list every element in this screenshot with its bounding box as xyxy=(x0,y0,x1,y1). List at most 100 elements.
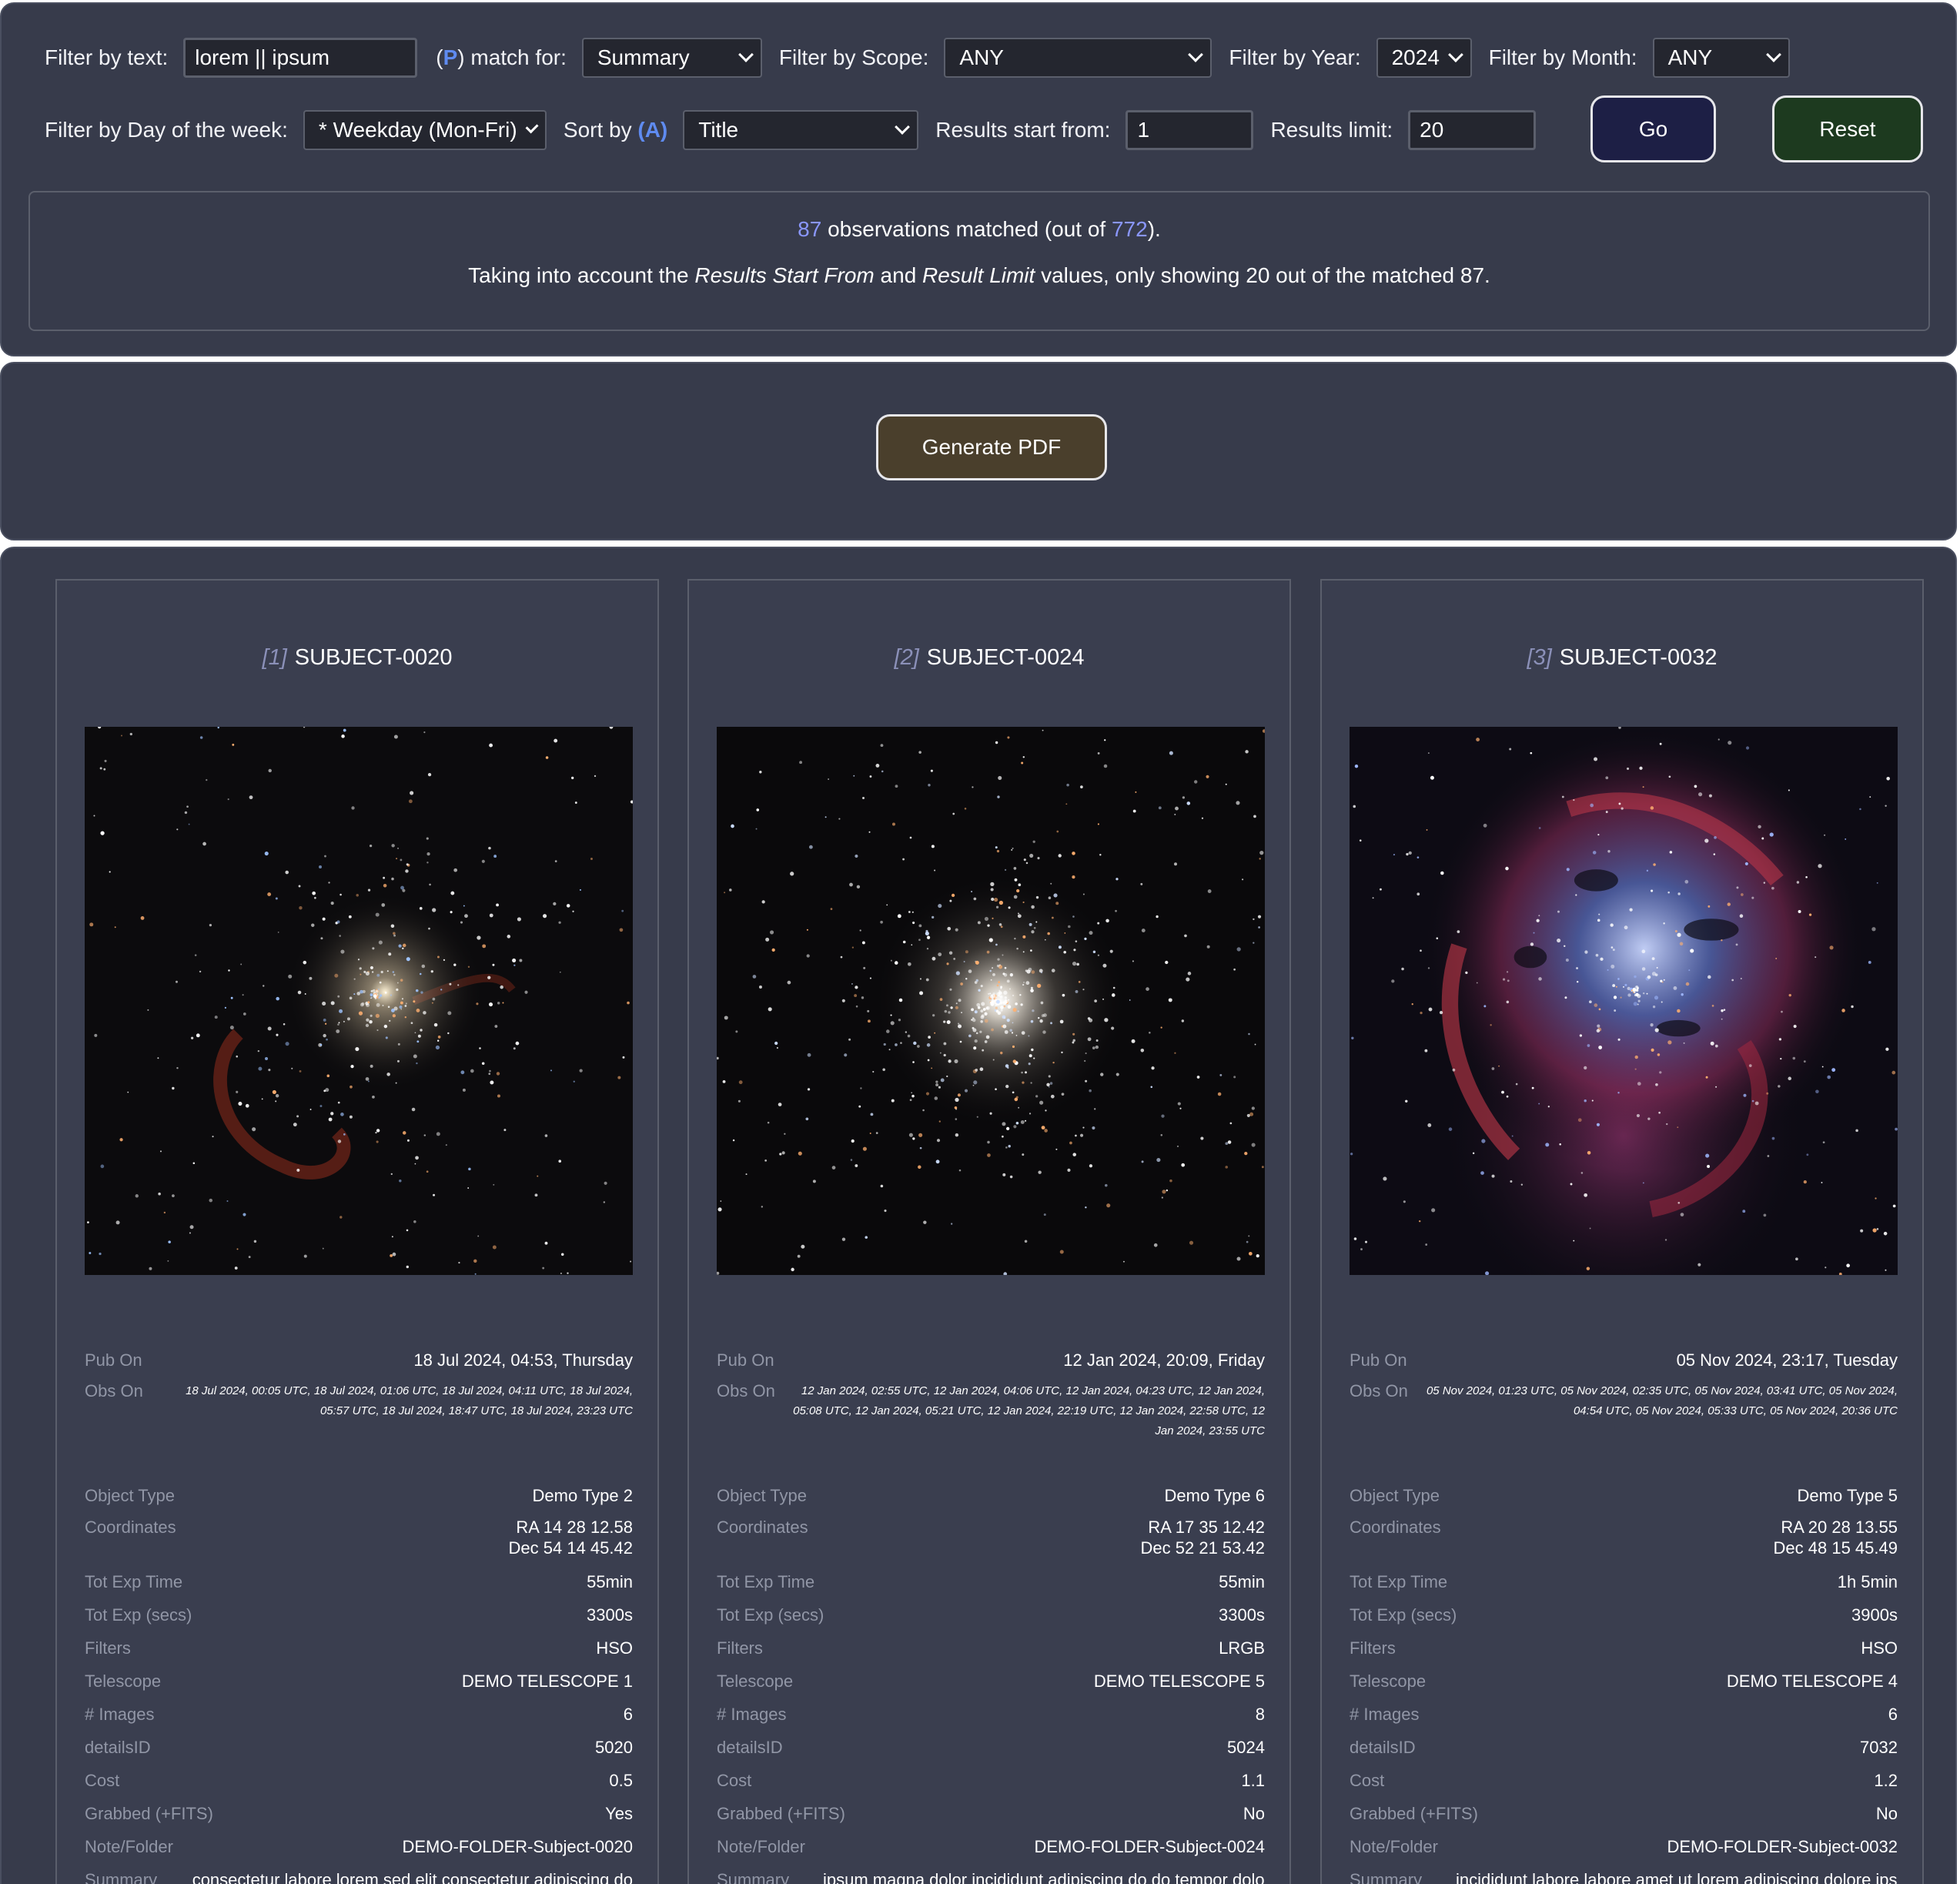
star-dot xyxy=(343,1020,345,1022)
star-dot xyxy=(303,1254,307,1258)
star-dot xyxy=(356,894,359,897)
star-dot xyxy=(436,1039,440,1042)
star-dot xyxy=(1763,882,1766,884)
results-limit-input[interactable]: 20 xyxy=(1408,110,1537,150)
star-dot xyxy=(199,970,202,973)
star-dot xyxy=(1011,1032,1014,1034)
star-dot xyxy=(1165,960,1169,965)
star-dot xyxy=(426,852,430,856)
star-dot xyxy=(872,1070,875,1073)
star-dot xyxy=(453,963,457,966)
star-dot xyxy=(1007,736,1010,739)
star-dot xyxy=(1082,893,1085,895)
scope-select[interactable]: ANY xyxy=(944,38,1212,78)
star-dot xyxy=(440,989,443,991)
card-title[interactable]: [2] SUBJECT-0024 xyxy=(689,645,1289,671)
star-dot xyxy=(952,812,955,815)
star-dot xyxy=(1186,977,1190,982)
star-dot xyxy=(1885,1269,1887,1271)
sort-select[interactable]: Title xyxy=(683,110,919,150)
star-dot xyxy=(897,914,901,919)
star-dot xyxy=(1501,1090,1504,1094)
star-dot xyxy=(375,912,380,917)
star-dot xyxy=(1428,1007,1433,1012)
star-dot xyxy=(992,992,995,995)
star-dot xyxy=(1635,989,1639,992)
star-dot xyxy=(1788,993,1791,997)
generate-pdf-button[interactable]: Generate PDF xyxy=(876,414,1107,480)
star-dot xyxy=(1072,961,1077,966)
star-dot xyxy=(943,1042,947,1046)
star-dot xyxy=(1677,1009,1681,1013)
star-dot xyxy=(932,1014,935,1017)
dow-select[interactable]: * Weekday (Mon-Fri) xyxy=(303,110,547,150)
star-dot xyxy=(1440,871,1444,875)
star-dot xyxy=(909,1099,912,1102)
observation-image[interactable] xyxy=(1350,727,1898,1275)
star-dot xyxy=(851,1139,855,1143)
star-dot xyxy=(400,858,403,862)
star-dot xyxy=(950,1006,953,1009)
star-dot xyxy=(1403,1200,1406,1203)
star-dot xyxy=(1141,929,1146,932)
star-dot xyxy=(1618,802,1621,805)
star-dot xyxy=(411,1107,416,1112)
star-dot xyxy=(949,988,952,991)
star-dot xyxy=(1092,1046,1095,1050)
star-dot xyxy=(1258,926,1260,929)
star-dot xyxy=(1666,1123,1668,1126)
observation-image[interactable] xyxy=(85,727,633,1275)
go-button[interactable]: Go xyxy=(1590,95,1716,162)
star-dot xyxy=(202,842,206,846)
star-dot xyxy=(449,982,452,986)
star-dot xyxy=(1261,1166,1264,1169)
star-dot xyxy=(868,1019,871,1023)
star-dot xyxy=(1051,916,1054,919)
star-dot xyxy=(1003,1005,1006,1008)
star-dot xyxy=(267,892,272,897)
star-dot xyxy=(968,969,972,973)
star-dot xyxy=(351,806,355,810)
star-dot xyxy=(1044,939,1046,941)
star-dot xyxy=(927,1059,930,1062)
filter-text-input[interactable]: lorem || ipsum xyxy=(183,38,418,78)
star-dot xyxy=(881,770,884,773)
star-dot xyxy=(1592,851,1597,855)
card-title[interactable]: [1] SUBJECT-0020 xyxy=(57,645,657,671)
results-start-input[interactable]: 1 xyxy=(1125,110,1254,150)
star-dot xyxy=(543,914,547,919)
star-dot xyxy=(882,1068,885,1072)
match-for-select[interactable]: Summary xyxy=(581,38,762,78)
star-dot xyxy=(389,1019,391,1022)
star-dot xyxy=(1594,757,1598,761)
star-dot xyxy=(940,1078,945,1083)
star-dot xyxy=(898,1019,901,1022)
star-dot xyxy=(1621,807,1624,810)
year-select[interactable]: 2024 xyxy=(1376,38,1472,78)
star-dot xyxy=(1030,1019,1034,1023)
star-dot xyxy=(322,1247,324,1250)
star-dot xyxy=(738,1080,743,1085)
star-dot xyxy=(974,1039,978,1043)
star-dot xyxy=(973,897,977,901)
card-title[interactable]: [3] SUBJECT-0032 xyxy=(1322,645,1922,671)
star-dot xyxy=(1740,978,1742,980)
star-dot xyxy=(1257,915,1262,919)
star-dot xyxy=(1420,1011,1423,1015)
star-dot xyxy=(934,1032,936,1034)
month-select[interactable]: ANY xyxy=(1652,38,1790,78)
star-dot xyxy=(1559,1143,1561,1146)
star-dot xyxy=(1584,950,1588,954)
observation-image[interactable] xyxy=(717,727,1265,1275)
star-dot xyxy=(1085,1079,1088,1083)
star-dot xyxy=(976,1002,981,1007)
star-dot xyxy=(756,808,760,811)
star-dot xyxy=(367,1001,370,1004)
star-dot xyxy=(1674,929,1677,933)
star-dot xyxy=(413,1000,416,1003)
reset-button[interactable]: Reset xyxy=(1772,95,1923,162)
star-dot xyxy=(1775,957,1778,959)
results-panel: [1] SUBJECT-0020 Pub On 18 Jul 2024, 04:53… xyxy=(0,547,1957,1884)
star-dot xyxy=(1041,1014,1045,1018)
star-dot xyxy=(1012,994,1015,997)
